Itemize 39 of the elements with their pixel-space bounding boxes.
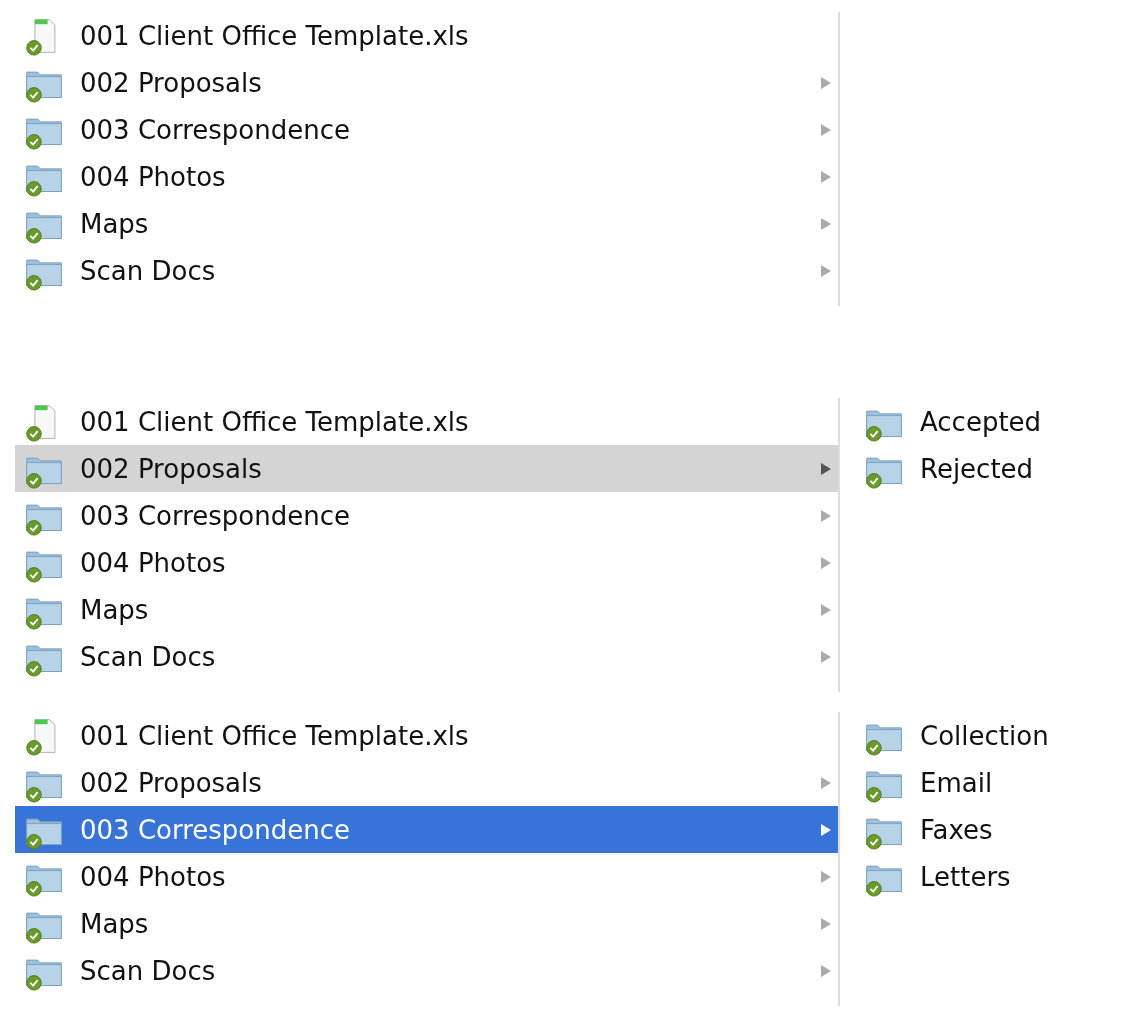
disclosure-arrow-icon — [820, 263, 832, 278]
folder-item[interactable]: 004 Photos — [15, 853, 838, 900]
disclosure-arrow-icon — [820, 122, 832, 137]
disclosure-arrow-icon — [820, 775, 832, 790]
folder-item[interactable]: Scan Docs — [15, 633, 838, 680]
folder-item[interactable]: Accepted — [855, 398, 1130, 445]
folder-item[interactable]: Scan Docs — [15, 947, 838, 994]
folder-item[interactable]: Scan Docs — [15, 247, 838, 294]
folder-item[interactable]: 002 Proposals — [15, 445, 838, 492]
folder-item[interactable]: Maps — [15, 200, 838, 247]
disclosure-arrow-icon — [820, 602, 832, 617]
disclosure-arrow-icon — [820, 555, 832, 570]
folder-item[interactable]: Email — [855, 759, 1130, 806]
folder-item[interactable]: 002 Proposals — [15, 759, 838, 806]
file-item[interactable]: 001 Client Office Template.xls — [15, 12, 838, 59]
disclosure-arrow-icon — [820, 649, 832, 664]
disclosure-arrow-icon — [820, 963, 832, 978]
folder-item[interactable]: Collection — [855, 712, 1130, 759]
folder-item[interactable]: 004 Photos — [15, 539, 838, 586]
folder-item[interactable]: 003 Correspondence — [15, 106, 838, 153]
folder-item[interactable]: Rejected — [855, 445, 1130, 492]
disclosure-arrow-icon — [820, 508, 832, 523]
disclosure-arrow-icon — [820, 216, 832, 231]
folder-item[interactable]: Letters — [855, 853, 1130, 900]
folder-item[interactable]: Faxes — [855, 806, 1130, 853]
disclosure-arrow-icon — [820, 822, 832, 837]
disclosure-arrow-icon — [820, 75, 832, 90]
folder-item[interactable]: 002 Proposals — [15, 59, 838, 106]
file-item[interactable]: 001 Client Office Template.xls — [15, 398, 838, 445]
disclosure-arrow-icon — [820, 461, 832, 476]
disclosure-arrow-icon — [820, 169, 832, 184]
file-item[interactable]: 001 Client Office Template.xls — [15, 712, 838, 759]
folder-item[interactable]: 004 Photos — [15, 153, 838, 200]
folder-item[interactable]: Maps — [15, 900, 838, 947]
disclosure-arrow-icon — [820, 916, 832, 931]
folder-item[interactable]: 003 Correspondence — [15, 806, 838, 853]
disclosure-arrow-icon — [820, 869, 832, 884]
folder-item[interactable]: Maps — [15, 586, 838, 633]
folder-item[interactable]: 003 Correspondence — [15, 492, 838, 539]
